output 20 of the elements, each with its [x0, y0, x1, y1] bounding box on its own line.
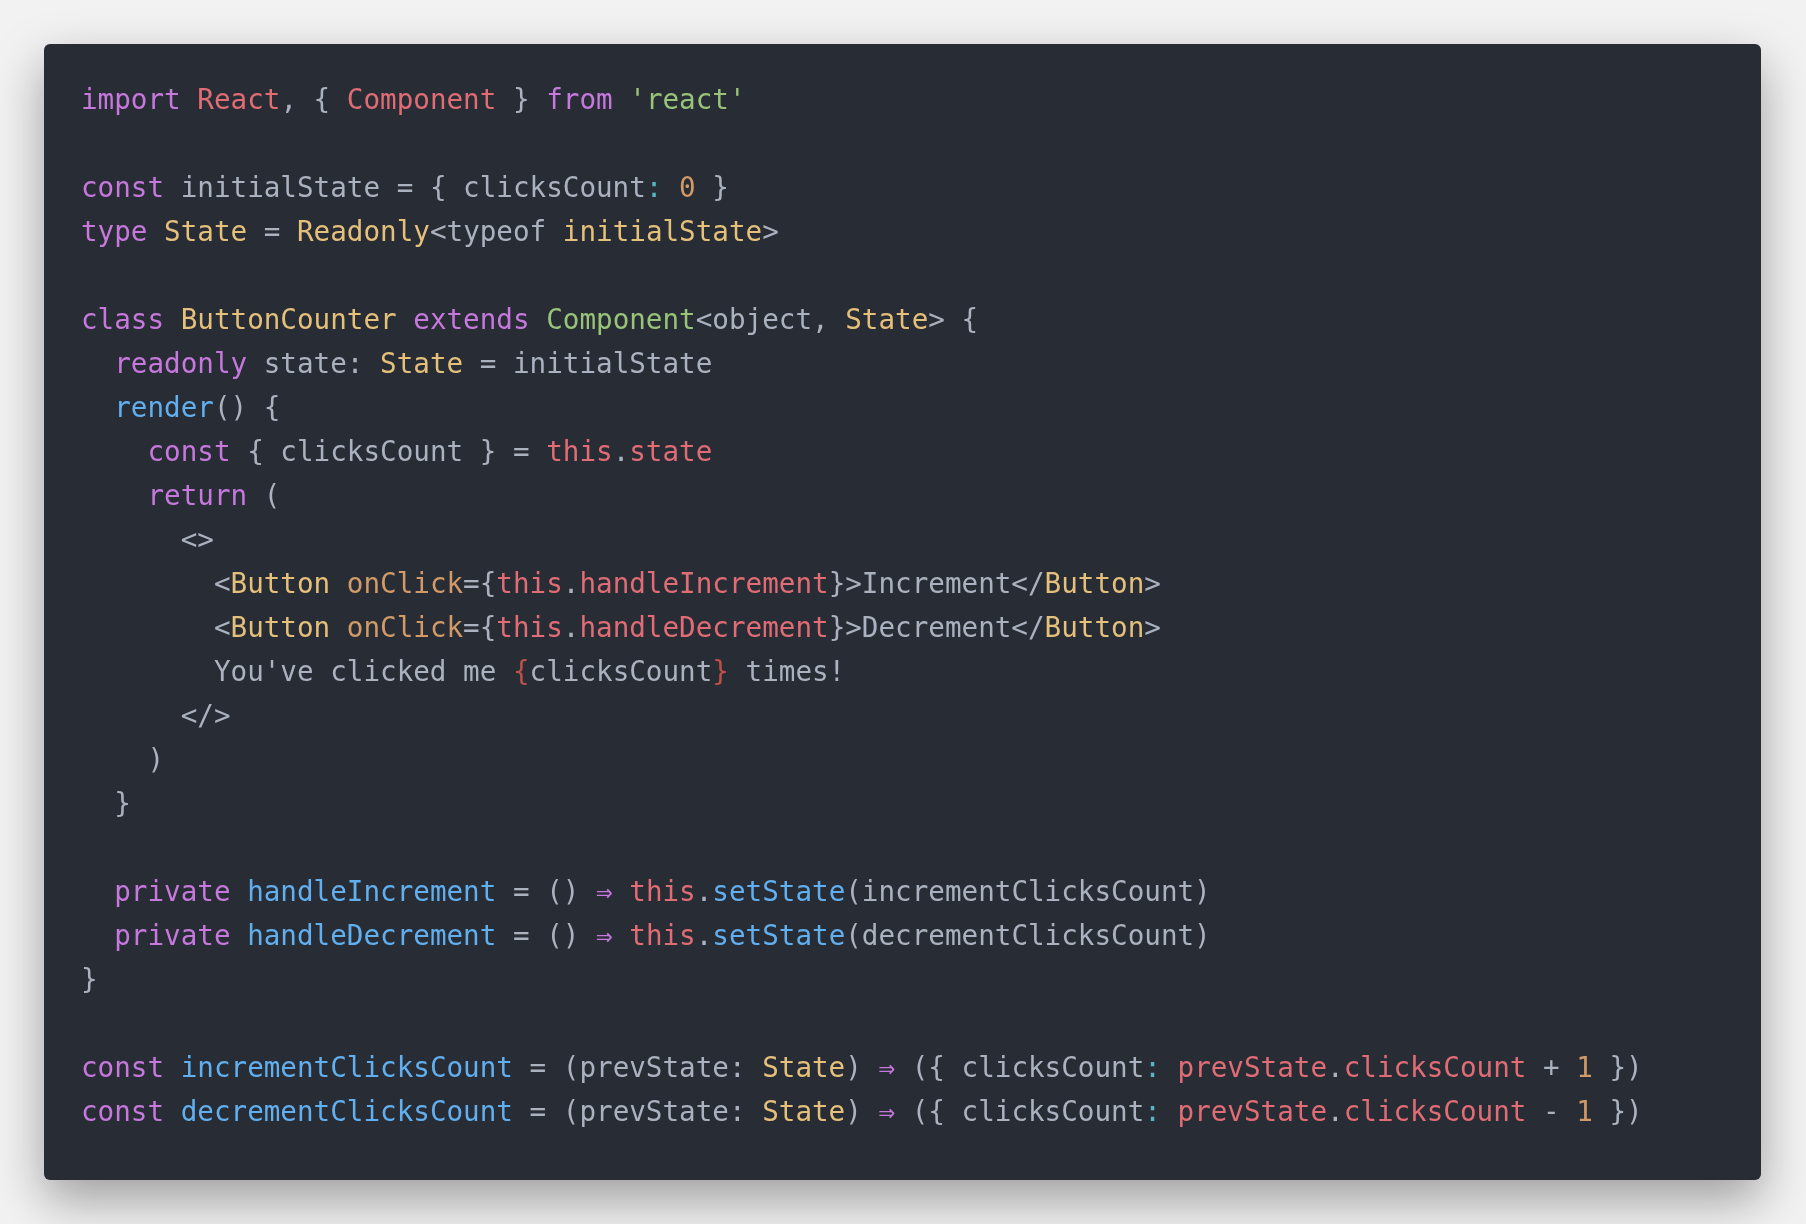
code-line: const initialState = { clicksCount: 0 }: [81, 170, 729, 206]
code-line: import React, { Component } from 'react': [81, 82, 746, 118]
code-line: <Button onClick={this.handleIncrement}>Increment</Button>: [212, 566, 1161, 602]
code-line: render() {: [113, 390, 281, 426]
code-line: const incrementClicksCount = (prevState: State) ⇒ ({ clicksCount: prevState.clicksCount + 1 }): [81, 1050, 1643, 1086]
code-line: }: [113, 786, 131, 822]
code-line: }: [81, 962, 98, 998]
code-line: <Button onClick={this.handleDecrement}>Decrement</Button>: [212, 610, 1161, 646]
code-line: return (: [146, 478, 281, 514]
code-line: You've clicked me {clicksCount} times!: [212, 654, 846, 690]
code-line: private handleIncrement = () ⇒ this.setState(incrementClicksCount): [113, 874, 1211, 910]
code-line: readonly state: State = initialState: [113, 346, 713, 382]
code-line: const decrementClicksCount = (prevState: State) ⇒ ({ clicksCount: prevState.clicksCount - 1 }): [81, 1094, 1643, 1130]
code-line: </>: [179, 698, 231, 734]
code-line: const { clicksCount } = this.state: [146, 434, 713, 470]
code-line: type State = Readonly<typeof initialState>: [81, 214, 779, 250]
code-line: ): [146, 742, 165, 778]
code-line: <>: [179, 522, 214, 558]
code-line: private handleDecrement = () ⇒ this.setState(decrementClicksCount): [113, 918, 1211, 954]
code-line: class ButtonCounter extends Component<object, State> {: [81, 302, 979, 338]
